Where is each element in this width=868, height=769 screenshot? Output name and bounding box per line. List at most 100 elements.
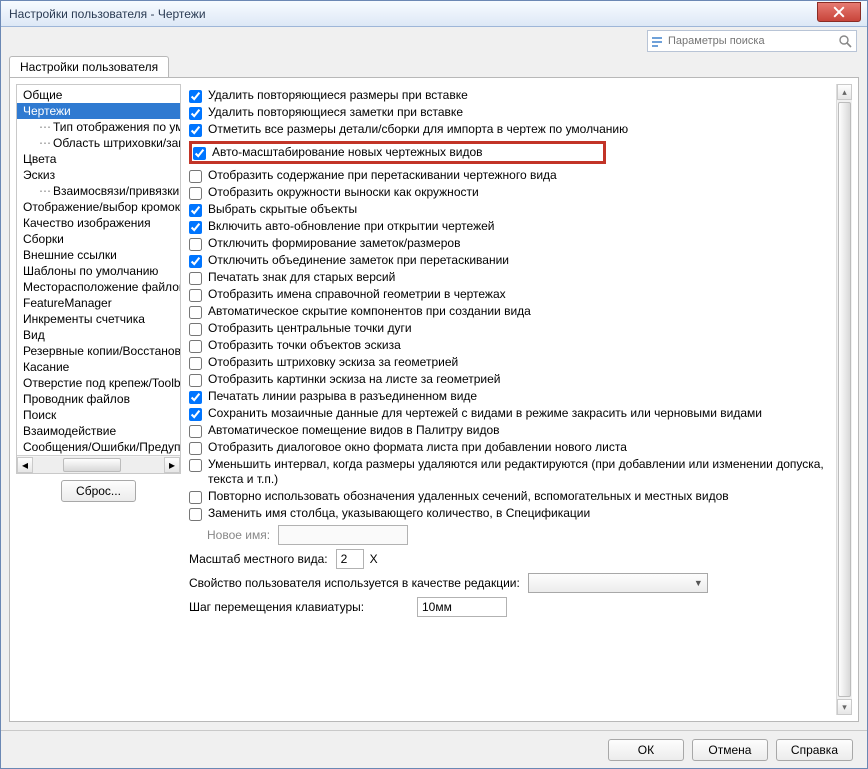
- option-label-5[interactable]: Отобразить окружности выноски как окружн…: [208, 185, 479, 200]
- option-checkbox-20[interactable]: [189, 442, 202, 455]
- search-box[interactable]: [647, 30, 857, 52]
- option-checkbox-23[interactable]: [189, 508, 202, 521]
- sidebar-item-11[interactable]: Шаблоны по умолчанию: [17, 263, 180, 279]
- option-15: Отобразить штриховку эскиза за геометрие…: [189, 355, 834, 370]
- scroll-up-icon[interactable]: ▴: [837, 84, 852, 100]
- option-label-20[interactable]: Отобразить диалоговое окно формата листа…: [208, 440, 627, 455]
- sidebar-item-19[interactable]: Проводник файлов: [17, 391, 180, 407]
- step-input[interactable]: [417, 597, 507, 617]
- search-icon[interactable]: [834, 34, 856, 48]
- option-label-11[interactable]: Отобразить имена справочной геометрии в …: [208, 287, 506, 302]
- option-checkbox-7[interactable]: [189, 221, 202, 234]
- sidebar-item-1[interactable]: Чертежи: [17, 103, 180, 119]
- cancel-button[interactable]: Отмена: [692, 739, 768, 761]
- scroll-down-icon[interactable]: ▾: [837, 699, 852, 715]
- option-checkbox-4[interactable]: [189, 170, 202, 183]
- option-label-19[interactable]: Автоматическое помещение видов в Палитру…: [208, 423, 500, 438]
- sidebar-item-4[interactable]: Цвета: [17, 151, 180, 167]
- option-label-14[interactable]: Отобразить точки объектов эскиза: [208, 338, 401, 353]
- option-checkbox-11[interactable]: [189, 289, 202, 302]
- option-label-6[interactable]: Выбрать скрытые объекты: [208, 202, 357, 217]
- option-label-18[interactable]: Сохранить мозаичные данные для чертежей …: [208, 406, 762, 421]
- sidebar-item-13[interactable]: FeatureManager: [17, 295, 180, 311]
- option-checkbox-12[interactable]: [189, 306, 202, 319]
- sidebar-item-0[interactable]: Общие: [17, 87, 180, 103]
- sidebar-item-20[interactable]: Поиск: [17, 407, 180, 423]
- option-label-15[interactable]: Отобразить штриховку эскиза за геометрие…: [208, 355, 458, 370]
- option-label-2[interactable]: Отметить все размеры детали/сборки для и…: [208, 122, 628, 137]
- sidebar-item-22[interactable]: Сообщения/Ошибки/Предупреждения: [17, 439, 180, 455]
- reset-button[interactable]: Сброс...: [61, 480, 136, 502]
- ok-button[interactable]: ОК: [608, 739, 684, 761]
- scale-input[interactable]: [336, 549, 364, 569]
- scroll-right-icon[interactable]: ▸: [164, 457, 180, 473]
- option-checkbox-9[interactable]: [189, 255, 202, 268]
- option-label-9[interactable]: Отключить объединение заметок при перета…: [208, 253, 509, 268]
- custprop-combo[interactable]: ▼: [528, 573, 708, 593]
- option-label-7[interactable]: Включить авто-обновление при открытии че…: [208, 219, 494, 234]
- option-label-8[interactable]: Отключить формирование заметок/размеров: [208, 236, 460, 251]
- custprop-row: Свойство пользователя используется в кач…: [189, 573, 834, 593]
- option-label-13[interactable]: Отобразить центральные точки дуги: [208, 321, 412, 336]
- option-checkbox-13[interactable]: [189, 323, 202, 336]
- help-button[interactable]: Справка: [776, 739, 853, 761]
- option-label-22[interactable]: Повторно использовать обозначения удален…: [208, 489, 729, 504]
- option-checkbox-22[interactable]: [189, 491, 202, 504]
- option-checkbox-18[interactable]: [189, 408, 202, 421]
- option-checkbox-14[interactable]: [189, 340, 202, 353]
- vscroll-thumb[interactable]: [838, 102, 851, 697]
- option-label-0[interactable]: Удалить повторяющиеся размеры при вставк…: [208, 88, 468, 103]
- option-label-21[interactable]: Уменьшить интервал, когда размеры удаляю…: [208, 457, 834, 487]
- option-checkbox-17[interactable]: [189, 391, 202, 404]
- option-label-17[interactable]: Печатать линии разрыва в разъединенном в…: [208, 389, 477, 404]
- option-2: Отметить все размеры детали/сборки для и…: [189, 122, 834, 137]
- sidebar-hscroll[interactable]: ◂ ▸: [17, 455, 180, 473]
- scroll-thumb[interactable]: [63, 458, 121, 472]
- scale-row: Масштаб местного вида:X: [189, 549, 834, 569]
- close-button[interactable]: [817, 2, 861, 22]
- scroll-track[interactable]: [33, 457, 164, 473]
- option-checkbox-21[interactable]: [189, 459, 202, 472]
- option-checkbox-1[interactable]: [189, 107, 202, 120]
- option-checkbox-8[interactable]: [189, 238, 202, 251]
- option-checkbox-10[interactable]: [189, 272, 202, 285]
- sidebar-item-10[interactable]: Внешние ссылки: [17, 247, 180, 263]
- option-label-10[interactable]: Печатать знак для старых версий: [208, 270, 395, 285]
- content-vscroll[interactable]: ▴ ▾: [836, 84, 852, 715]
- sidebar-item-5[interactable]: Эскиз: [17, 167, 180, 183]
- option-checkbox-5[interactable]: [189, 187, 202, 200]
- scroll-left-icon[interactable]: ◂: [17, 457, 33, 473]
- option-label-16[interactable]: Отобразить картинки эскиза на листе за г…: [208, 372, 501, 387]
- option-checkbox-0[interactable]: [189, 90, 202, 103]
- newname-input: [278, 525, 408, 545]
- sidebar-item-9[interactable]: Сборки: [17, 231, 180, 247]
- option-label-23[interactable]: Заменить имя столбца, указывающего колич…: [208, 506, 590, 521]
- option-checkbox-19[interactable]: [189, 425, 202, 438]
- close-icon: [833, 6, 845, 18]
- option-checkbox-15[interactable]: [189, 357, 202, 370]
- option-checkbox-16[interactable]: [189, 374, 202, 387]
- sidebar-item-2[interactable]: Тип отображения по умолчанию: [17, 119, 180, 135]
- option-label-1[interactable]: Удалить повторяющиеся заметки при вставк…: [208, 105, 463, 120]
- sidebar-item-3[interactable]: Область штриховки/заполнения: [17, 135, 180, 151]
- sidebar-item-12[interactable]: Месторасположение файлов: [17, 279, 180, 295]
- option-checkbox-2[interactable]: [189, 124, 202, 137]
- option-5: Отобразить окружности выноски как окружн…: [189, 185, 834, 200]
- option-label-12[interactable]: Автоматическое скрытие компонентов при с…: [208, 304, 531, 319]
- sidebar-item-16[interactable]: Резервные копии/Восстановление: [17, 343, 180, 359]
- footer: ОК Отмена Справка: [1, 730, 867, 768]
- sidebar-item-14[interactable]: Инкременты счетчика: [17, 311, 180, 327]
- sidebar-item-8[interactable]: Качество изображения: [17, 215, 180, 231]
- option-label-3[interactable]: Авто-масштабирование новых чертежных вид…: [212, 145, 483, 160]
- option-checkbox-3[interactable]: [193, 147, 206, 160]
- sidebar-item-6[interactable]: Взаимосвязи/привязки: [17, 183, 180, 199]
- option-checkbox-6[interactable]: [189, 204, 202, 217]
- sidebar-item-21[interactable]: Взаимодействие: [17, 423, 180, 439]
- tab-user-settings[interactable]: Настройки пользователя: [9, 56, 169, 77]
- option-label-4[interactable]: Отобразить содержание при перетаскивании…: [208, 168, 557, 183]
- sidebar-item-7[interactable]: Отображение/выбор кромок: [17, 199, 180, 215]
- sidebar-item-17[interactable]: Касание: [17, 359, 180, 375]
- sidebar-item-15[interactable]: Вид: [17, 327, 180, 343]
- search-input[interactable]: [668, 35, 834, 47]
- sidebar-item-18[interactable]: Отверстие под крепеж/Toolbox: [17, 375, 180, 391]
